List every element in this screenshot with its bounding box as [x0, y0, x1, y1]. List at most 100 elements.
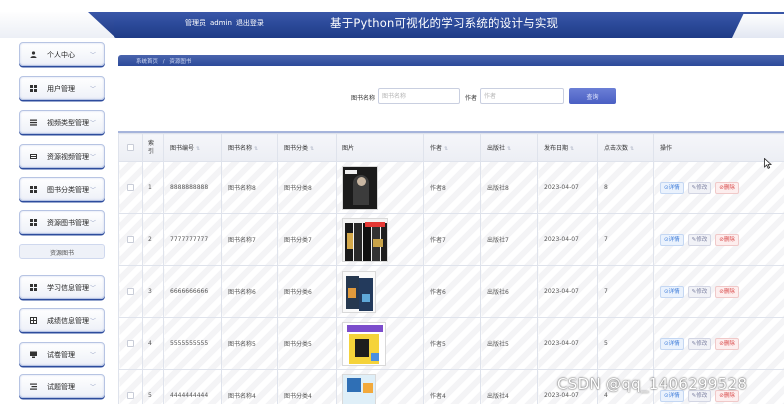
column-header-name[interactable]: 图书名称 ⇅ [221, 133, 278, 162]
watermark: CSDN @qq_1406299528 [557, 375, 748, 393]
person-icon [30, 51, 37, 58]
grid-icon [30, 186, 37, 193]
row-checkbox[interactable] [127, 288, 134, 295]
cell-index: 5 [142, 369, 164, 404]
mouse-cursor-icon [764, 157, 773, 169]
admin-name: admin [210, 19, 232, 27]
sidebar-item-video-type-management[interactable]: 视频类型管理 ﹀ [19, 110, 105, 134]
table-row: 1 8888888888 图书名称8 图书分类8 作者8 出版社8 2023-0… [118, 161, 784, 214]
book-name-input[interactable] [378, 88, 460, 104]
column-header-code[interactable]: 图书编号 ⇅ [163, 133, 222, 162]
cell-author: 作者7 [423, 213, 481, 266]
cell-code: 5555555555 [163, 317, 222, 370]
sidebar-item-label: 资源图书管理 [47, 219, 89, 227]
book-cover-image [342, 373, 376, 404]
delete-button[interactable]: ⊘删除 [715, 285, 739, 298]
column-header-date[interactable]: 发布日期 ⇅ [537, 133, 598, 162]
cell-clicks: 7 [597, 213, 654, 266]
delete-button[interactable]: ⊘删除 [715, 181, 739, 194]
chevron-down-icon: ﹀ [89, 187, 96, 194]
sort-icon: ⇅ [507, 146, 512, 152]
sidebar-item-label: 试卷管理 [47, 351, 75, 359]
chevron-down-icon: ﹀ [89, 285, 96, 292]
edit-button[interactable]: ✎修改 [687, 233, 712, 246]
row-checkbox[interactable] [127, 184, 134, 191]
chevron-down-icon: ﹀ [89, 220, 96, 227]
sidebar-item-personal-center[interactable]: 个人中心 ﹀ [19, 42, 105, 66]
chevron-down-icon: ﹀ [89, 318, 96, 325]
cell-publisher: 出版社6 [480, 265, 538, 318]
cell-clicks: 8 [597, 161, 654, 214]
select-all-checkbox[interactable] [127, 144, 134, 151]
sidebar-item-book-category-management[interactable]: 图书分类管理 ﹀ [19, 177, 105, 201]
sidebar-item-resource-book-management[interactable]: 资源图书管理 ﹀ [19, 210, 105, 234]
cell-index: 1 [142, 161, 164, 214]
column-header-publisher[interactable]: 出版社 ⇅ [480, 133, 538, 162]
book-cover-image [342, 321, 386, 366]
sidebar-item-score-info-management[interactable]: 成绩信息管理 ﹀ [19, 308, 105, 332]
cell-category: 图书分类4 [277, 369, 337, 404]
column-header-category[interactable]: 图书分类 ⇅ [277, 133, 337, 162]
sidebar-item-label: 图书分类管理 [47, 186, 89, 194]
table-header-row: 索引 图书编号 ⇅ 图书名称 ⇅ 图书分类 ⇅ 图片 作者 ⇅ 出版社 ⇅ 发布日期 ⇅ 点… [118, 133, 784, 162]
row-checkbox[interactable] [127, 236, 134, 243]
table-row: 4 5555555555 图书名称5 图书分类5 作者5 出版社5 2023-0… [118, 317, 784, 370]
cell-date: 2023-04-07 [537, 317, 598, 370]
sidebar-item-label: 用户管理 [47, 85, 75, 93]
delete-button[interactable]: ⊘删除 [715, 233, 739, 246]
table-row: 3 6666666666 图书名称6 图书分类6 作者6 出版社6 2023-0… [118, 265, 784, 318]
sidebar-item-question-management[interactable]: 试题管理 ﹀ [19, 374, 105, 398]
sort-icon: ⇅ [196, 146, 201, 152]
table-row: 2 7777777777 图书名称7 图书分类7 作者7 出版社7 2023-0… [118, 213, 784, 266]
breadcrumb: 系统首页 / 资源图书 [118, 55, 784, 66]
sidebar-item-user-management[interactable]: 用户管理 ﹀ [19, 76, 105, 100]
book-table: 索引 图书编号 ⇅ 图书名称 ⇅ 图书分类 ⇅ 图片 作者 ⇅ 出版社 ⇅ 发布日期 ⇅ 点… [118, 131, 784, 404]
column-header-author[interactable]: 作者 ⇅ [423, 133, 481, 162]
cell-date: 2023-04-07 [537, 265, 598, 318]
cell-clicks: 5 [597, 317, 654, 370]
sidebar-item-label: 个人中心 [47, 51, 75, 59]
row-checkbox[interactable] [127, 392, 134, 399]
paper-icon [30, 351, 37, 358]
cell-name: 图书名称8 [221, 161, 278, 214]
book-cover-image [342, 217, 388, 262]
author-input[interactable] [480, 88, 564, 104]
cell-code: 8888888888 [163, 161, 222, 214]
cell-category: 图书分类7 [277, 213, 337, 266]
search-button[interactable]: 查询 [569, 88, 616, 104]
grid-icon [30, 284, 37, 291]
delete-button[interactable]: ⊘删除 [715, 337, 739, 350]
sidebar-item-paper-management[interactable]: 试卷管理 ﹀ [19, 342, 105, 366]
edit-button[interactable]: ✎修改 [687, 337, 712, 350]
cell-date: 2023-04-07 [537, 161, 598, 214]
detail-button[interactable]: ⊙详情 [660, 233, 684, 246]
cell-date: 2023-04-07 [537, 213, 598, 266]
edit-button[interactable]: ✎修改 [687, 181, 712, 194]
question-icon [30, 383, 37, 390]
cell-code: 4444444444 [163, 369, 222, 404]
sidebar-item-label: 试题管理 [47, 383, 75, 391]
sidebar-subitem-label: 资源图书 [49, 250, 74, 257]
logout-link[interactable]: 退出登录 [236, 19, 264, 27]
list-icon [30, 119, 37, 126]
sidebar-item-label: 资源视频管理 [47, 153, 89, 161]
column-header-clicks[interactable]: 点击次数 ⇅ [597, 133, 654, 162]
row-checkbox[interactable] [127, 340, 134, 347]
sidebar-item-label: 视频类型管理 [47, 119, 89, 127]
cell-publisher: 出版社7 [480, 213, 538, 266]
sidebar-item-resource-video-management[interactable]: 资源视频管理 ﹀ [19, 144, 105, 168]
breadcrumb-home[interactable]: 系统首页 [136, 59, 158, 65]
author-label: 作者 [465, 95, 478, 102]
sort-icon: ⇅ [570, 146, 575, 152]
detail-button[interactable]: ⊙详情 [660, 285, 684, 298]
breadcrumb-separator: / [162, 59, 165, 65]
detail-button[interactable]: ⊙详情 [660, 337, 684, 350]
book-cover-image [342, 270, 376, 313]
detail-button[interactable]: ⊙详情 [660, 181, 684, 194]
sort-icon: ⇅ [254, 146, 259, 152]
chevron-down-icon: ﹀ [89, 120, 96, 127]
sidebar-subitem-resource-book[interactable]: 资源图书 [19, 244, 105, 259]
edit-button[interactable]: ✎修改 [687, 285, 712, 298]
cell-category: 图书分类5 [277, 317, 337, 370]
sidebar-item-study-info-management[interactable]: 学习信息管理 ﹀ [19, 275, 105, 299]
